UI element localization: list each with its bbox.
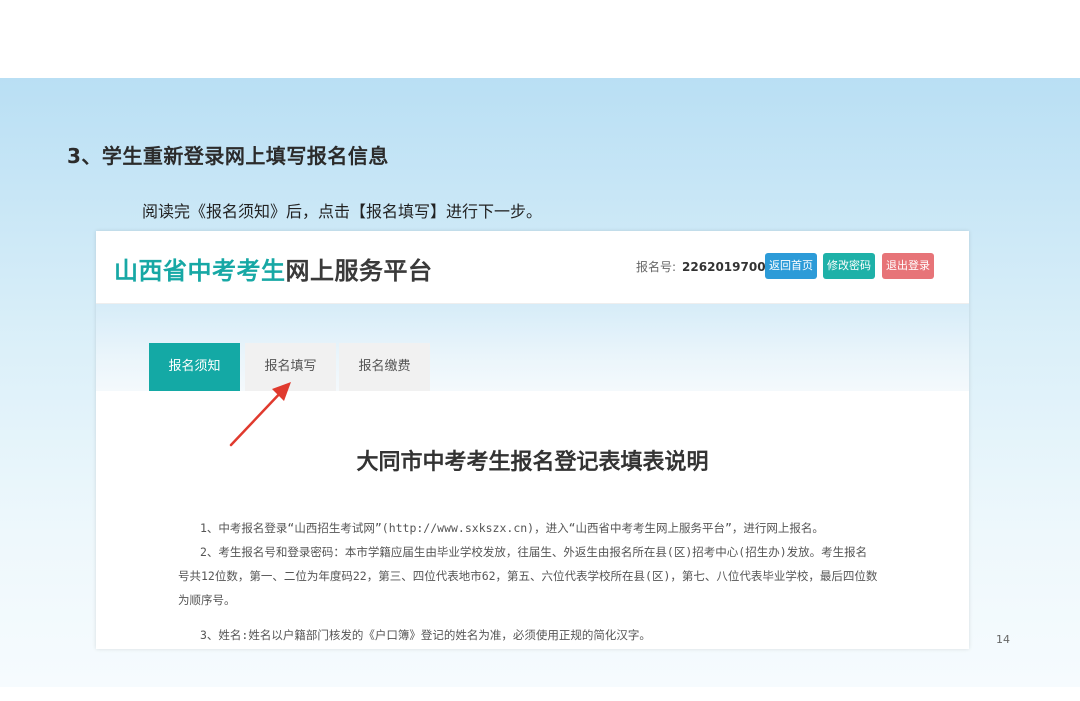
logo-rest-text: 网上服务平台	[285, 257, 433, 285]
document-paragraph: 3、姓名:姓名以户籍部门核发的《户口簿》登记的姓名为准，必须使用正规的简化汉字。	[200, 628, 651, 642]
portal-screenshot: 山西省中考考生网上服务平台 报名号: 226201970006 返回首页 修改密码…	[96, 231, 969, 649]
slide-instruction: 阅读完《报名须知》后，点击【报名填写】进行下一步。	[142, 202, 543, 221]
logout-button[interactable]: 退出登录	[882, 253, 934, 279]
portal-logo[interactable]: 山西省中考考生网上服务平台	[114, 251, 433, 286]
document-paragraph: 1、中考报名登录“山西招生考试网”(http://www.sxkszx.cn)，…	[200, 521, 824, 535]
tab-registration-payment[interactable]: 报名缴费	[339, 343, 430, 391]
page-number: 14	[996, 633, 1010, 646]
document-title: 大同市中考考生报名登记表填表说明	[356, 450, 709, 475]
tab-registration-fill[interactable]: 报名填写	[245, 343, 336, 391]
slide-heading: 3、学生重新登录网上填写报名信息	[67, 144, 389, 168]
registration-number-label: 报名号:	[636, 260, 677, 274]
change-password-button[interactable]: 修改密码	[823, 253, 875, 279]
logo-accent-text: 山西省中考考生	[114, 257, 286, 285]
tab-registration-notice[interactable]: 报名须知	[149, 343, 240, 391]
registration-number: 报名号: 226201970006	[636, 258, 782, 275]
home-button[interactable]: 返回首页	[765, 253, 817, 279]
portal-header: 山西省中考考生网上服务平台 报名号: 226201970006 返回首页 修改密码…	[96, 231, 969, 304]
document-paragraph: 2、考生报名号和登录密码：本市学籍应届生由毕业学校发放，往届生、外返生由报名所在…	[178, 545, 878, 607]
